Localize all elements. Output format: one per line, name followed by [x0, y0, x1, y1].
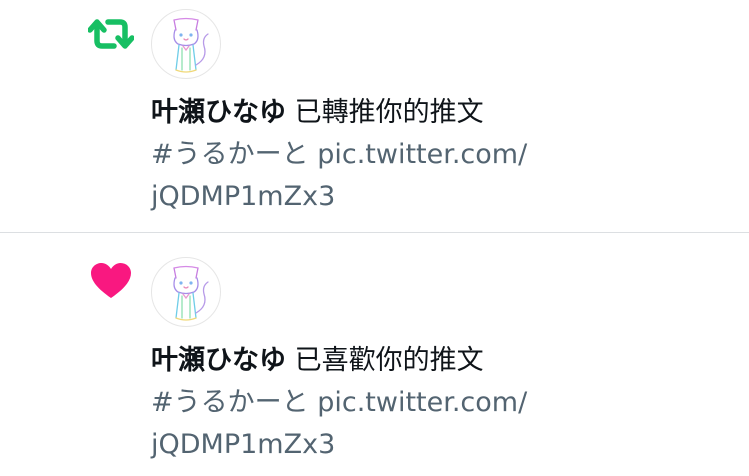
heart-icon — [86, 260, 136, 302]
user-name[interactable]: 叶瀬ひなゆ — [151, 345, 286, 376]
tweet-text-line-2[interactable]: jQDMP1mZx3 — [151, 176, 741, 218]
action-text: 已喜歡你的推文 — [294, 345, 484, 376]
avatar[interactable] — [151, 257, 221, 327]
tweet-text-line-1[interactable]: #うるかーと pic.twitter.com/ — [151, 134, 741, 176]
notification-text: 叶瀬ひなゆ 已轉推你的推文 #うるかーと pic.twitter.com/ jQ… — [151, 92, 741, 218]
notification-item-like[interactable]: 叶瀬ひなゆ 已喜歡你的推文 #うるかーと pic.twitter.com/ jQ… — [0, 232, 749, 476]
user-name[interactable]: 叶瀬ひなゆ — [151, 97, 286, 128]
avatar[interactable] — [151, 9, 221, 79]
retweet-icon — [86, 16, 136, 52]
notification-headline: 叶瀬ひなゆ 已轉推你的推文 — [151, 92, 741, 134]
notification-text: 叶瀬ひなゆ 已喜歡你的推文 #うるかーと pic.twitter.com/ jQ… — [151, 340, 741, 466]
notification-item-retweet[interactable]: 叶瀬ひなゆ 已轉推你的推文 #うるかーと pic.twitter.com/ jQ… — [0, 0, 749, 233]
action-text: 已轉推你的推文 — [294, 97, 484, 128]
tweet-text-line-2[interactable]: jQDMP1mZx3 — [151, 424, 741, 466]
tweet-text-line-1[interactable]: #うるかーと pic.twitter.com/ — [151, 382, 741, 424]
notification-headline: 叶瀬ひなゆ 已喜歡你的推文 — [151, 340, 741, 382]
